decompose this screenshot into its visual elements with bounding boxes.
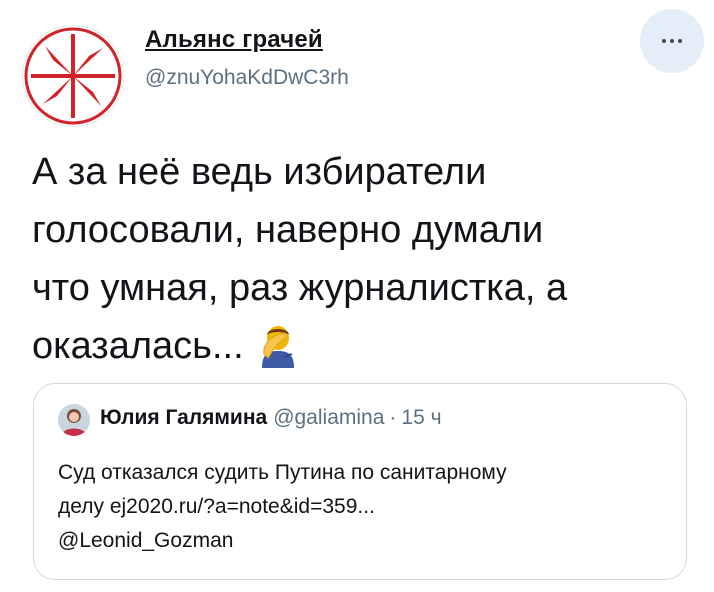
more-dots-icon [662,39,682,43]
tweet-line: что умная, раз журналистка, а [32,267,568,309]
header-separator: · [389,406,397,429]
quoted-tweet-card[interactable]: Юлия Галямина @galiamina · 15 ч Суд отказал… [33,383,687,580]
tweet-line: А за неё ведь избиратели [32,151,487,193]
grachi-logo-icon [24,27,122,125]
author-handle[interactable]: @znuYohaKdDwC3rh [145,66,349,90]
quoted-tweet-time[interactable]: 15 ч [401,406,441,429]
quoted-tweet-header: Юлия Галямина @galiamina · 15 ч [100,406,442,430]
quoted-author-name[interactable]: Юлия Галямина [100,406,267,429]
author-avatar[interactable] [22,25,124,127]
tweet-line: оказалась... [32,325,244,367]
quoted-author-avatar[interactable] [58,404,90,436]
quoted-author-handle[interactable]: @galiamina [273,406,384,429]
quote-line: делу ej2020.ru/?a=note&id=359... [58,495,375,518]
more-options-button[interactable] [640,9,704,73]
author-display-name[interactable]: Альянс грачей [145,26,323,54]
quoted-tweet-text: Суд отказался судить Путина по санитарно… [58,456,668,558]
facepalm-icon [261,326,294,368]
quote-mention: @Leonid_Gozman [58,529,234,552]
tweet: Альянс грачей @znuYohaKdDwC3rh А за неё … [0,0,714,592]
tweet-last-line: оказалась... [32,317,692,375]
tweet-line: голосовали, наверно думали [32,209,544,251]
avatar-photo-icon [58,404,90,436]
tweet-text: А за неё ведь избиратели голосовали, нав… [32,143,692,375]
quote-line: Суд отказался судить Путина по санитарно… [58,461,507,484]
